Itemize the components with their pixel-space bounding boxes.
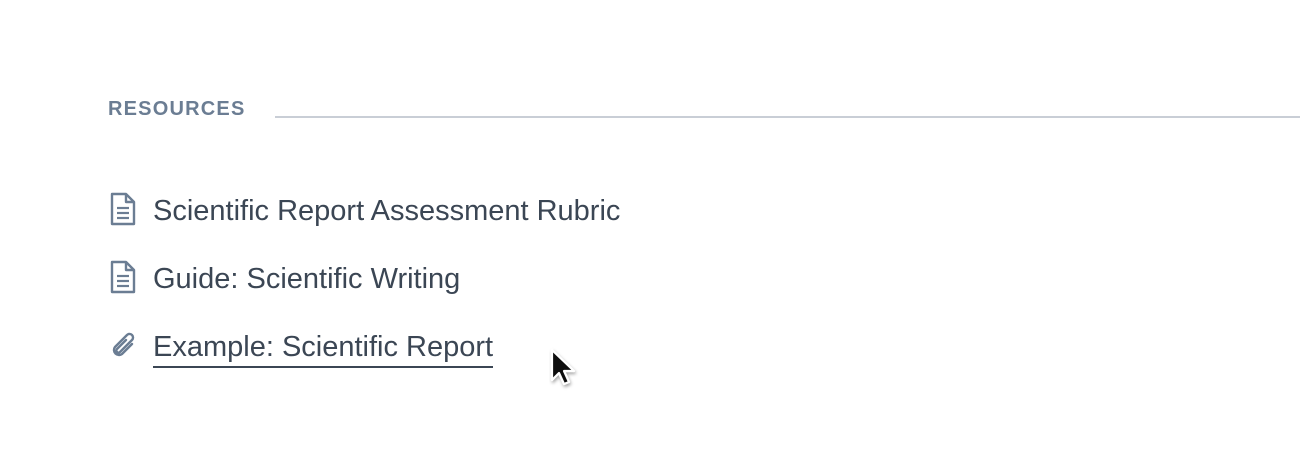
paperclip-icon [108, 328, 138, 362]
resources-section-header: RESOURCES [108, 96, 1300, 122]
resource-label: Scientific Report Assessment Rubric [153, 195, 621, 227]
resources-panel: RESOURCES Scientific Report Assessment R… [0, 0, 1300, 470]
section-title: RESOURCES [108, 98, 246, 120]
document-icon [108, 192, 138, 226]
example-report-link[interactable]: Example: Scientific Report [153, 328, 494, 368]
document-icon [108, 260, 138, 294]
resource-label: Guide: Scientific Writing [153, 263, 461, 295]
mouse-pointer-icon [549, 347, 579, 391]
section-divider [275, 116, 1300, 118]
